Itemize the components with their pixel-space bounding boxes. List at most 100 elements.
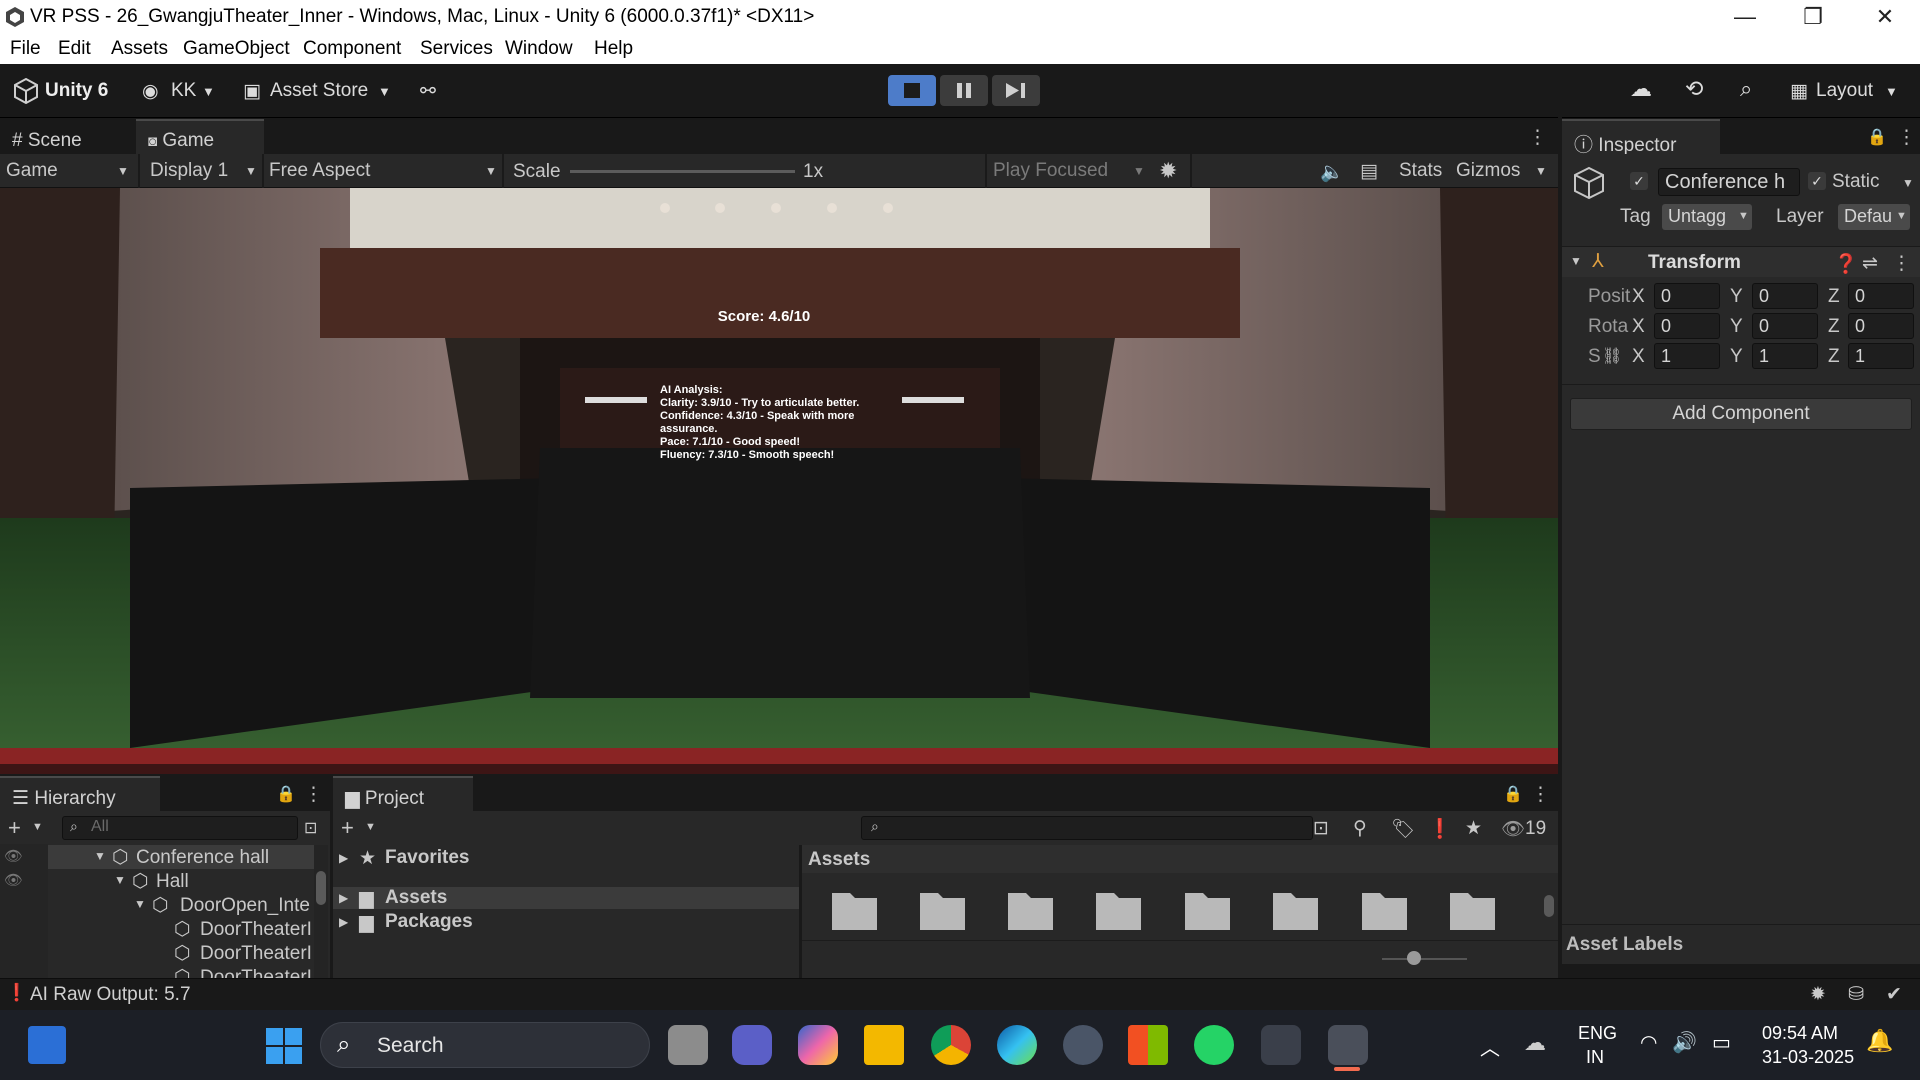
add-component-button[interactable]: Add Component [1570, 398, 1912, 430]
check-circle-icon[interactable]: ✔ [1886, 983, 1902, 1006]
edge-icon[interactable] [997, 1025, 1037, 1065]
eye-icon[interactable]: 👁 [4, 871, 23, 889]
language-bottom[interactable]: IN [1586, 1047, 1604, 1068]
account-dropdown[interactable]: KK [171, 80, 196, 102]
active-checkbox[interactable]: ✓ [1630, 172, 1648, 190]
assets-scrollbar[interactable] [1542, 875, 1556, 937]
create-plus-icon[interactable]: + [341, 815, 354, 841]
whatsapp-icon[interactable] [1194, 1025, 1234, 1065]
list-item[interactable]: ▼ ⬡ Conference hall [48, 845, 314, 869]
eye-icon[interactable]: 👁 [1501, 817, 1525, 841]
cloud-icon[interactable]: ☁ [1630, 76, 1652, 102]
notification-bell-icon[interactable]: 🔔 [1866, 1028, 1893, 1054]
list-item[interactable]: ⬡ DoorTheaterI [48, 965, 314, 978]
search-options-icon[interactable]: ⊡ [304, 818, 317, 838]
folder-icon[interactable] [802, 885, 1532, 935]
hierarchy-search-input[interactable]: All [62, 816, 298, 840]
view-mode-dropdown[interactable]: Game [6, 160, 58, 182]
menu-help[interactable]: Help [594, 38, 633, 60]
lock-icon[interactable]: 🔒 [1503, 784, 1523, 804]
tab-inspector[interactable]: ⓘ Inspector [1562, 119, 1720, 156]
pause-button[interactable] [940, 75, 988, 106]
widgets-icon[interactable] [28, 1026, 66, 1064]
icon-size-slider[interactable] [1382, 958, 1467, 960]
foldout-arrow-icon[interactable]: ▼ [94, 849, 106, 863]
more-options-icon[interactable]: ⋮ [1892, 252, 1911, 275]
bug-icon[interactable]: ✹ [1159, 158, 1177, 184]
tab-hierarchy[interactable]: ☰ Hierarchy [0, 776, 160, 812]
search-icon[interactable]: ⌕ [1740, 76, 1752, 102]
scale-y-field[interactable]: 1 [1752, 343, 1818, 369]
maximize-button[interactable]: ❐ [1778, 0, 1848, 34]
display-dropdown[interactable]: Display 1 [150, 160, 228, 182]
list-item[interactable]: ▼ ⬡ Hall [48, 869, 314, 893]
version-control-icon[interactable]: ⚯ [420, 80, 436, 103]
step-button[interactable] [992, 75, 1040, 106]
foldout-arrow-icon[interactable]: ▶ [339, 915, 348, 929]
hierarchy-scrollbar[interactable] [314, 845, 328, 978]
onedrive-icon[interactable]: ☁ [1524, 1030, 1546, 1056]
chevron-up-icon[interactable]: ︿ [1480, 1032, 1500, 1061]
clock-date[interactable]: 31-03-2025 [1762, 1047, 1854, 1068]
list-item[interactable]: ⬡ DoorTheaterI [48, 941, 314, 965]
battery-icon[interactable]: ▭ [1712, 1030, 1731, 1055]
menu-services[interactable]: Services [420, 38, 493, 60]
warning-icon[interactable]: ❗ [1428, 817, 1452, 841]
tab-scene[interactable]: # Scene [0, 119, 136, 155]
shortcuts-icon[interactable]: ▤ [1360, 160, 1378, 183]
scale-z-field[interactable]: 1 [1848, 343, 1914, 369]
position-z-field[interactable]: 0 [1848, 283, 1914, 309]
foldout-arrow-icon[interactable]: ▼ [114, 873, 126, 887]
copilot-icon[interactable] [798, 1025, 838, 1065]
debug-icon[interactable]: ✹ [1810, 983, 1826, 1006]
clock-time[interactable]: 09:54 AM [1762, 1023, 1838, 1044]
menu-window[interactable]: Window [505, 38, 573, 60]
scrollbar-thumb[interactable] [316, 871, 326, 905]
volume-icon[interactable]: 🔊 [1672, 1030, 1697, 1055]
assets-folder-label[interactable]: Assets [385, 887, 447, 909]
transform-header[interactable]: ▼ ⅄ Transform ❓ ⇌ ⋮ [1562, 247, 1920, 277]
presets-icon[interactable]: ⇌ [1862, 252, 1878, 275]
chevron-down-icon[interactable]: ▼ [365, 821, 376, 833]
static-checkbox[interactable]: ✓ [1808, 172, 1826, 190]
scale-slider[interactable] [570, 170, 795, 173]
filter-by-type-icon[interactable]: ⚲ [1353, 817, 1367, 840]
unity-editor-icon[interactable] [1328, 1025, 1368, 1065]
eye-icon[interactable]: 👁 [4, 847, 23, 865]
play-button[interactable] [888, 75, 936, 106]
chrome-icon[interactable] [931, 1025, 971, 1065]
menu-edit[interactable]: Edit [58, 38, 91, 60]
foldout-arrow-icon[interactable]: ▶ [339, 891, 348, 905]
breadcrumb-assets[interactable]: Assets [808, 849, 870, 871]
position-y-field[interactable]: 0 [1752, 283, 1818, 309]
help-icon[interactable]: ❓ [1834, 252, 1858, 276]
list-item[interactable]: ▼ ⬡ DoorOpen_Inte [48, 893, 314, 917]
scale-x-field[interactable]: 1 [1654, 343, 1720, 369]
microsoft-store-icon[interactable] [1128, 1025, 1168, 1065]
aspect-dropdown[interactable]: Free Aspect [269, 160, 370, 182]
project-search-input[interactable] [861, 816, 1313, 840]
foldout-arrow-icon[interactable]: ▼ [1570, 254, 1582, 268]
menu-assets[interactable]: Assets [111, 38, 168, 60]
game-viewport[interactable]: Score: 4.6/10 AI Analysis: Clarity: 3.9/… [0, 188, 1558, 774]
tab-project[interactable]: ▆ Project [333, 776, 473, 812]
file-explorer-icon[interactable] [864, 1025, 904, 1065]
task-view-icon[interactable] [668, 1025, 708, 1065]
foldout-arrow-icon[interactable]: ▶ [339, 851, 348, 865]
position-x-field[interactable]: 0 [1654, 283, 1720, 309]
menu-gameobject[interactable]: GameObject [183, 38, 290, 60]
object-name-field[interactable]: Conference h [1658, 168, 1800, 196]
scrollbar-thumb[interactable] [1544, 895, 1554, 917]
asset-store-dropdown[interactable]: Asset Store [270, 80, 368, 102]
settings-gear-icon[interactable] [1063, 1025, 1103, 1065]
taskbar-search-box[interactable]: ⌕ Search [320, 1022, 650, 1068]
status-message[interactable]: AI Raw Output: 5.7 [30, 984, 191, 1006]
more-options-icon[interactable]: ⋮ [1531, 783, 1550, 806]
mute-audio-icon[interactable]: 🔈 [1320, 160, 1344, 184]
list-item[interactable]: ⬡ DoorTheaterI [48, 917, 314, 941]
language-top[interactable]: ENG [1578, 1023, 1617, 1044]
more-options-icon[interactable]: ⋮ [1528, 126, 1547, 149]
minimize-button[interactable]: — [1710, 0, 1780, 34]
slider-thumb[interactable] [1407, 951, 1421, 965]
rotation-y-field[interactable]: 0 [1752, 313, 1818, 339]
